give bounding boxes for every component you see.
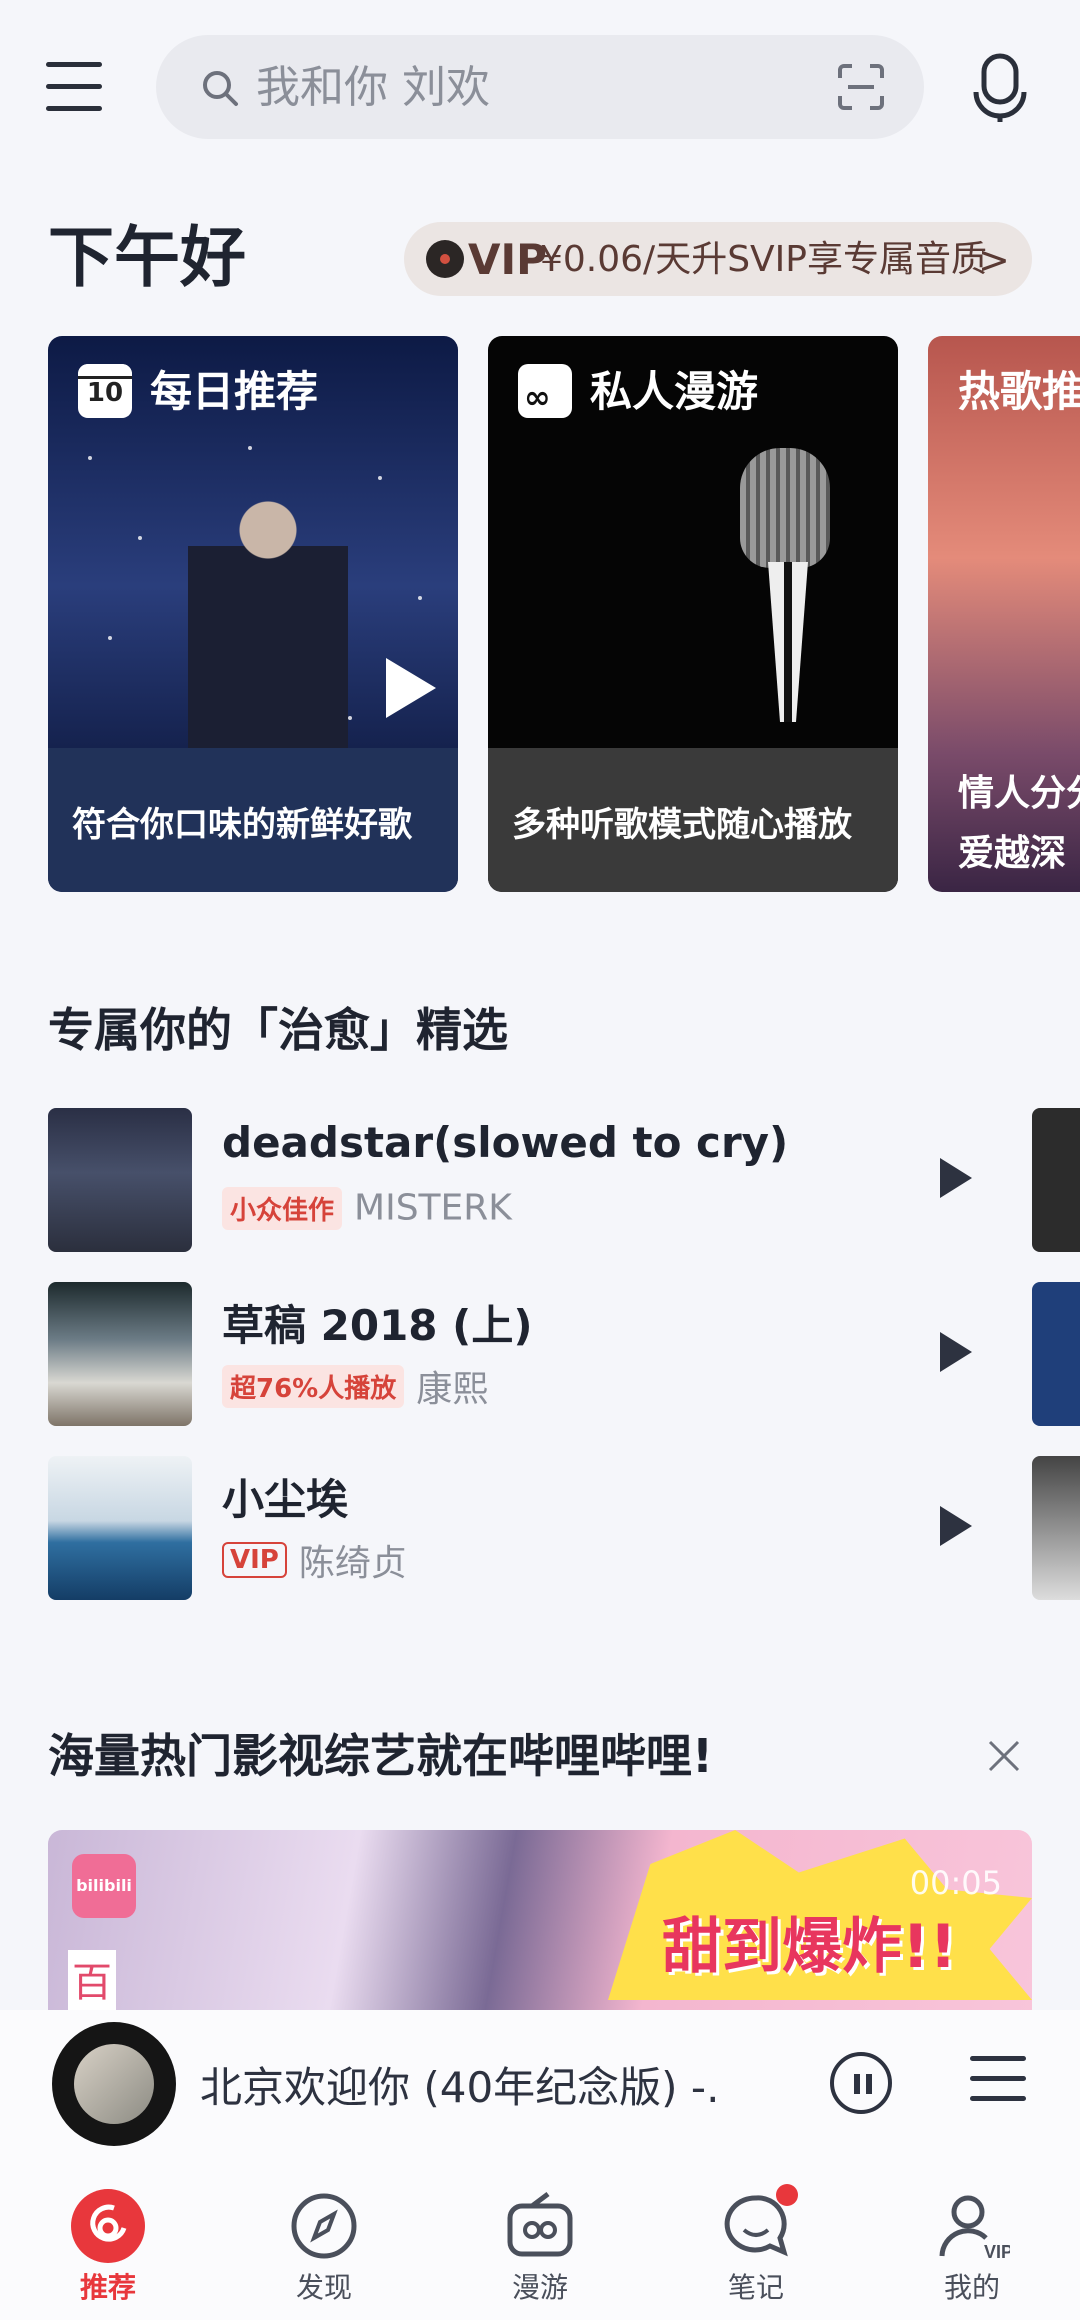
card-caption-line: 情人分分 <box>958 773 1080 814</box>
pause-button[interactable] <box>830 2052 892 2114</box>
play-icon[interactable] <box>940 1506 972 1546</box>
microphone-icon[interactable] <box>970 52 1030 124</box>
search-placeholder: 我和你 刘欢 <box>256 62 490 113</box>
radio-icon <box>507 2192 573 2257</box>
vip-tag: VIP <box>468 235 547 284</box>
play-icon[interactable] <box>940 1332 972 1372</box>
mini-player[interactable]: 北京欢迎你 (40年纪念版) -... <box>0 2010 1080 2160</box>
tab-label: 笔记 <box>727 2271 784 2304</box>
daily-recommend-card[interactable]: 10 每日推荐 符合你口味的新鲜好歌 <box>48 336 458 892</box>
tab-label: 发现 <box>295 2271 352 2304</box>
tab-recommend[interactable]: 推荐 <box>0 2160 216 2320</box>
card-caption-line: 爱越深 <box>958 833 1067 874</box>
song-title: deadstar(slowed to cry) <box>222 1118 789 1167</box>
hot-songs-card[interactable]: 热歌推 情人分分 爱越深 <box>928 336 1080 892</box>
chevron-right-icon: > <box>978 238 1010 282</box>
song-cover <box>1032 1108 1080 1252</box>
tab-discover[interactable]: 发现 <box>216 2160 432 2320</box>
card-title: 热歌推 <box>958 367 1080 416</box>
song-row[interactable]: 小尘埃 VIP 陈绮贞 <box>48 1456 1080 1602</box>
song-cover <box>1032 1456 1080 1600</box>
song-row[interactable]: 草稿 2018 (上) 超76%人播放 康熙 <box>48 1282 1080 1428</box>
play-icon[interactable] <box>386 658 436 718</box>
now-playing-title[interactable]: 北京欢迎你 (40年纪念版) -... <box>200 2054 720 2115</box>
tab-label: 漫游 <box>511 2271 568 2304</box>
greeting-text: 下午好 <box>48 219 246 296</box>
tab-label: 我的 <box>943 2271 1000 2304</box>
search-icon <box>203 71 238 106</box>
bilibili-logo: bilibili <box>72 1854 136 1918</box>
tab-mine[interactable]: VIP 我的 <box>864 2160 1080 2320</box>
cover-art <box>188 476 348 776</box>
song-title: 小尘埃 <box>222 1475 349 1524</box>
card-caption: 符合你口味的新鲜好歌 <box>72 805 412 845</box>
song-cover <box>48 1108 192 1252</box>
vip-promo-text: ¥0.06/天升SVIP享专属音质 <box>540 239 987 280</box>
ad-timer: 00:05 <box>909 1864 1002 1902</box>
album-disc[interactable] <box>52 2022 176 2146</box>
song-artist: 陈绮贞 <box>298 1543 407 1584</box>
play-icon[interactable] <box>940 1158 972 1198</box>
notification-dot <box>776 2184 798 2206</box>
song-artist: 康熙 <box>416 1369 489 1410</box>
song-title: 草稿 2018 (上) <box>222 1301 533 1350</box>
song-artist: MISTERK <box>354 1187 512 1229</box>
vip-badge: VIP <box>222 1542 287 1578</box>
song-tag: 超76%人播放 <box>222 1364 405 1408</box>
suit-art <box>768 562 808 722</box>
microphone-art <box>740 448 830 568</box>
calendar-icon: 10 <box>78 364 132 418</box>
svg-text:VIP: VIP <box>984 2242 1010 2262</box>
song-tag: 小众佳作 <box>222 1186 343 1230</box>
tab-roam[interactable]: 漫游 <box>432 2160 648 2320</box>
private-roaming-card[interactable]: ∞ 私人漫游 多种听歌模式随心播放 <box>488 336 898 892</box>
ad-slogan: 甜到爆炸!! <box>662 1912 957 1982</box>
card-title: 每日推荐 <box>150 367 319 416</box>
close-icon[interactable] <box>984 1736 1024 1776</box>
song-cover <box>48 1456 192 1600</box>
tab-notes[interactable]: 笔记 <box>648 2160 864 2320</box>
compass-icon <box>291 2193 357 2259</box>
card-caption: 多种听歌模式随心播放 <box>512 805 852 845</box>
vinyl-icon <box>426 240 464 278</box>
playlist-icon[interactable] <box>970 2056 1026 2108</box>
ad-title: 海量热门影视综艺就在哔哩哔哩! <box>48 1729 713 1783</box>
infinity-icon: ∞ <box>518 364 572 418</box>
menu-icon[interactable] <box>46 62 102 112</box>
card-title: 私人漫游 <box>590 367 759 416</box>
song-row[interactable]: deadstar(slowed to cry) 小众佳作 MISTERK <box>48 1108 1080 1254</box>
bottom-navigation: 推荐 发现 漫游 笔记 VIP 我的 <box>0 2160 1080 2320</box>
user-vip-icon: VIP <box>939 2195 1010 2262</box>
song-cover <box>1032 1282 1080 1426</box>
tab-label: 推荐 <box>79 2271 136 2304</box>
scan-icon[interactable] <box>838 64 884 110</box>
netease-music-icon <box>71 2189 145 2263</box>
section-title: 专属你的「治愈」精选 <box>48 1003 508 1057</box>
song-cover <box>48 1282 192 1426</box>
